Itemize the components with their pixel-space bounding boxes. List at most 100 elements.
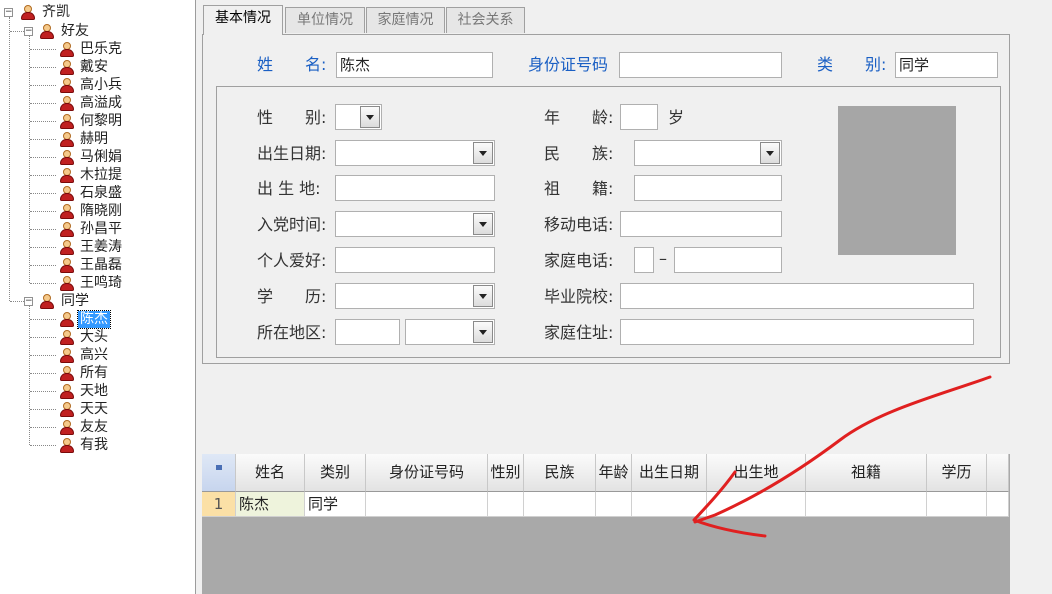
tree-contact-0-4[interactable]: 何黎明 [78,113,124,130]
tree-connector [30,121,56,122]
grid-cell[interactable] [596,492,632,517]
chevron-down-icon[interactable] [473,213,493,235]
tree-contact-1-7[interactable]: 有我 [78,437,110,454]
tree-contact-1-4[interactable]: 天地 [78,383,110,400]
chevron-down-icon[interactable] [473,285,493,307]
column-header-7[interactable]: 出生地 [707,454,806,492]
grid-cell[interactable]: 陈杰 [236,492,305,517]
school-field[interactable] [620,283,974,309]
birth-date-picker[interactable] [335,140,495,166]
person-icon [60,366,74,381]
tree-contact-0-8[interactable]: 石泉盛 [78,185,124,202]
person-body [60,337,74,345]
education-select[interactable] [335,283,495,309]
tree-root[interactable]: 齐凯 [40,4,72,21]
column-header-5[interactable]: 年龄 [596,454,632,492]
address-field[interactable] [620,319,974,345]
tree-contact-0-11[interactable]: 王姜涛 [78,239,124,256]
column-header-6[interactable]: 出生日期 [632,454,707,492]
person-icon [60,348,74,363]
id-number-label: 身份证号码 [528,55,609,74]
collapse-toggle-icon[interactable]: − [24,297,33,306]
tab-social-relations[interactable]: 社会关系 [446,7,525,33]
person-body [60,283,74,291]
person-body [60,121,74,129]
category-field[interactable]: 同学 [895,52,998,78]
person-icon [60,96,74,111]
contacts-tree[interactable]: − 齐凯 − 好友 巴乐克 戴安 高小兵 高溢成 何黎明 赫明 马俐娟 木拉提 石泉盛 隋晓刚 孙昌平 王姜涛… [0,0,196,594]
grid-cell[interactable] [488,492,524,517]
tree-group-1[interactable]: 同学 [59,293,91,310]
birthplace-field[interactable] [335,175,495,201]
column-header-2[interactable]: 身份证号码 [366,454,488,492]
grid-cell[interactable] [806,492,927,517]
party-date-picker[interactable] [335,211,495,237]
tree-contact-1-6[interactable]: 友友 [78,419,110,436]
tree-connector [10,31,24,32]
gender-select[interactable] [335,104,382,130]
tree-contact-1-1[interactable]: 大头 [78,329,110,346]
person-body [60,373,74,381]
tree-connector [30,445,56,446]
tree-contact-0-3[interactable]: 高溢成 [78,95,124,112]
origin-field[interactable] [634,175,782,201]
tree-contact-0-0[interactable]: 巴乐克 [78,41,124,58]
grid-cell[interactable]: 同学 [305,492,366,517]
person-body [60,49,74,57]
tree-contact-0-2[interactable]: 高小兵 [78,77,124,94]
region-field[interactable] [335,319,400,345]
tree-connector [30,211,56,212]
photo-placeholder[interactable] [838,106,956,255]
area-code-field[interactable] [634,247,654,273]
grid-cell[interactable] [366,492,488,517]
column-header-1[interactable]: 类别 [305,454,366,492]
tab-basic-info[interactable]: 基本情况 [203,5,283,35]
column-header-9[interactable]: 学历 [927,454,987,492]
person-body [60,265,74,273]
tree-connector [30,193,56,194]
collapse-toggle-icon[interactable]: − [4,8,13,17]
collapse-toggle-icon[interactable]: − [24,27,33,36]
tree-contact-0-6[interactable]: 马俐娟 [78,149,124,166]
hobby-field[interactable] [335,247,495,273]
grid-corner[interactable] [202,454,236,492]
person-icon [60,438,74,453]
grid-cell[interactable] [707,492,806,517]
tree-contact-0-1[interactable]: 戴安 [78,59,110,76]
tree-contact-0-9[interactable]: 隋晓刚 [78,203,124,220]
column-header-3[interactable]: 性别 [488,454,524,492]
grid-cell[interactable] [524,492,596,517]
grid-cell[interactable] [927,492,987,517]
tree-contact-0-10[interactable]: 孙昌平 [78,221,124,238]
column-header-8[interactable]: 祖籍 [806,454,927,492]
chevron-down-icon[interactable] [760,142,780,164]
person-body [60,319,74,327]
tree-contact-0-12[interactable]: 王晶磊 [78,257,124,274]
ethnic-select[interactable] [634,140,782,166]
column-header-0[interactable]: 姓名 [236,454,305,492]
tree-contact-0-7[interactable]: 木拉提 [78,167,124,184]
id-number-field[interactable] [619,52,782,78]
mobile-field[interactable] [620,211,782,237]
tree-contact-1-2[interactable]: 高兴 [78,347,110,364]
name-field[interactable]: 陈杰 [336,52,493,78]
tree-contact-1-5[interactable]: 天天 [78,401,110,418]
tab-family-info[interactable]: 家庭情况 [366,7,445,33]
grid-cell[interactable] [632,492,707,517]
column-header-4[interactable]: 民族 [524,454,596,492]
region-select[interactable] [405,319,495,345]
chevron-down-icon[interactable] [473,321,493,343]
row-number[interactable]: 1 [202,492,236,517]
chevron-down-icon[interactable] [473,142,493,164]
chevron-down-icon[interactable] [360,106,380,128]
person-icon [60,60,74,75]
tree-group-0[interactable]: 好友 [59,23,91,40]
tree-contact-0-5[interactable]: 赫明 [78,131,110,148]
contacts-grid[interactable]: 姓名 类别 身份证号码 性别 民族 年龄 出生日期 出生地 祖籍 学历 1 陈杰 同学 [202,454,1010,594]
tree-contact-1-0[interactable]: 陈杰 [77,310,111,329]
tab-work-info[interactable]: 单位情况 [285,7,365,33]
home-phone-field[interactable] [674,247,782,273]
age-field[interactable] [620,104,658,130]
tree-contact-1-3[interactable]: 所有 [78,365,110,382]
tree-contact-0-13[interactable]: 王鸣琦 [78,275,124,292]
